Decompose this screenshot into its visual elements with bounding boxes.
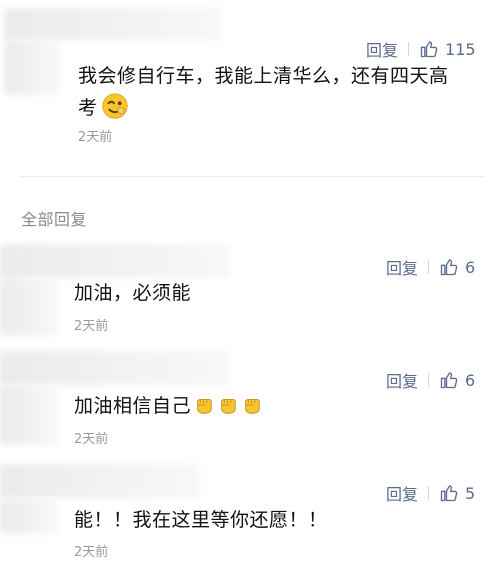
thumbs-up-icon xyxy=(440,485,458,502)
section-divider xyxy=(20,176,485,177)
like-button[interactable]: 6 xyxy=(439,257,475,277)
username-redacted xyxy=(0,351,230,385)
reply-timestamp: 2天前 xyxy=(74,432,109,447)
reply-text: 加油，必须能 xyxy=(74,282,192,304)
top-comment-actions: 回复 115 xyxy=(366,37,476,61)
reply-actions: 回复 6 xyxy=(386,368,475,392)
reply-timestamp: 2天前 xyxy=(74,545,109,560)
reply-button[interactable]: 回复 xyxy=(386,255,418,279)
reply-text-content: 加油相信自己 xyxy=(74,395,192,417)
comment-text-line: 我会修自行车，我能上清华么，还有四天高 xyxy=(78,65,449,87)
reply-button[interactable]: 回复 xyxy=(366,37,398,61)
like-button[interactable]: 5 xyxy=(439,483,475,503)
wink-face-emoji xyxy=(101,93,128,119)
reply-actions: 回复 6 xyxy=(386,255,475,279)
like-button[interactable]: 6 xyxy=(439,370,475,390)
reply-text: 加油相信自己 xyxy=(74,391,263,421)
thumbs-up-icon xyxy=(440,259,458,276)
avatar[interactable] xyxy=(4,40,60,95)
reply-timestamp: 2天前 xyxy=(74,319,109,334)
avatar[interactable] xyxy=(0,278,58,336)
username-redacted xyxy=(0,244,230,278)
thumbs-up-icon xyxy=(420,41,438,58)
fist-emoji xyxy=(197,399,212,414)
reply-actions: 回复 5 xyxy=(386,481,475,505)
avatar[interactable] xyxy=(0,498,58,534)
fist-emoji xyxy=(221,399,236,414)
comment-text: 我会修自行车，我能上清华么，还有四天高 考 xyxy=(78,61,449,123)
reply-text: 能！！我在这里等你还愿！！ xyxy=(74,509,328,531)
reply-button[interactable]: 回复 xyxy=(386,481,418,505)
like-count: 6 xyxy=(465,370,476,390)
like-count: 115 xyxy=(445,39,476,59)
action-divider xyxy=(428,260,430,274)
like-count: 6 xyxy=(465,257,476,277)
all-replies-heading: 全部回复 xyxy=(21,210,88,229)
avatar[interactable] xyxy=(0,385,58,445)
action-divider xyxy=(428,486,430,500)
reply-button[interactable]: 回复 xyxy=(386,368,418,392)
comment-text-line: 考 xyxy=(78,97,98,119)
comment-thread: 回复 115 我会修自行车，我能上清华么，还有四天高 考 2天前 全部回复 回复 xyxy=(0,0,499,572)
username-redacted xyxy=(4,8,222,40)
like-count: 5 xyxy=(465,483,476,503)
like-button[interactable]: 115 xyxy=(419,39,476,59)
thumbs-up-icon xyxy=(440,372,458,389)
action-divider xyxy=(408,42,410,56)
fist-emoji xyxy=(245,399,260,414)
comment-timestamp: 2天前 xyxy=(78,130,113,145)
action-divider xyxy=(428,373,430,387)
username-redacted xyxy=(0,464,200,498)
